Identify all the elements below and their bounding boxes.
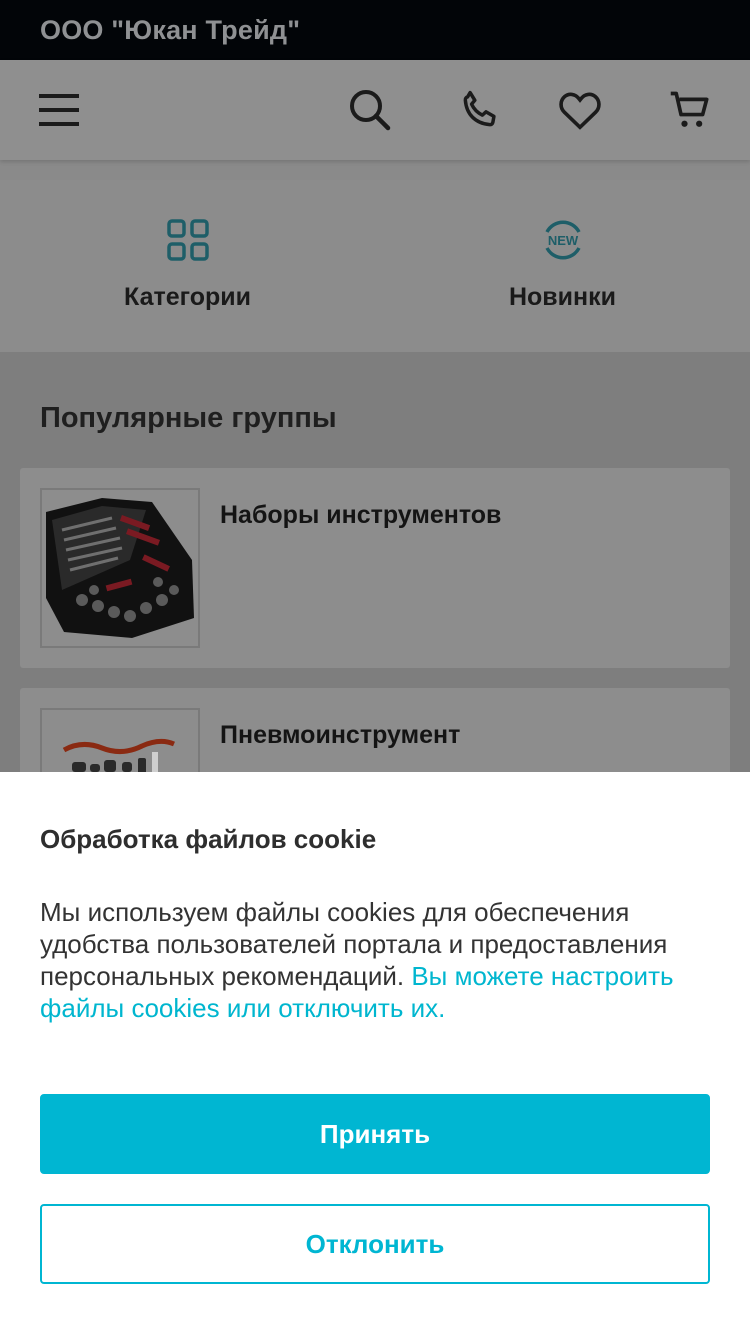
- group-card-tool-sets[interactable]: Наборы инструментов: [20, 468, 730, 668]
- group-title: Пневмоинструмент: [220, 721, 461, 749]
- new-badge-icon: NEW: [541, 218, 585, 262]
- cookie-banner: Обработка файлов cookie Мы используем фа…: [0, 772, 750, 1334]
- quick-nav-categories[interactable]: [0, 180, 375, 352]
- quick-nav: NEW: [0, 180, 750, 352]
- categories-label: Категории: [124, 283, 251, 311]
- heart-icon[interactable]: [555, 85, 605, 135]
- menu-icon[interactable]: [35, 85, 85, 135]
- quick-nav-new[interactable]: NEW: [375, 180, 750, 352]
- cart-icon[interactable]: [665, 85, 715, 135]
- search-icon[interactable]: [345, 85, 395, 135]
- tool-set-image: [40, 488, 200, 648]
- accept-button[interactable]: Принять: [40, 1094, 710, 1174]
- grid-icon: [166, 218, 210, 262]
- new-label: Новинки: [508, 283, 617, 311]
- group-title: Наборы инструментов: [220, 501, 502, 529]
- cookie-text: Мы используем файлы cookies для обеспече…: [40, 896, 712, 1024]
- decline-button[interactable]: Отклонить: [40, 1204, 710, 1284]
- phone-icon[interactable]: [455, 85, 505, 135]
- new-badge-text: NEW: [547, 233, 578, 248]
- popular-groups-title: Популярные группы: [40, 402, 337, 434]
- top-bar: ООО "Юкан Трейд": [0, 0, 750, 60]
- company-name: ООО "Юкан Трейд": [40, 15, 301, 45]
- cookie-title: Обработка файлов cookie: [40, 824, 377, 854]
- app-header: [0, 60, 750, 160]
